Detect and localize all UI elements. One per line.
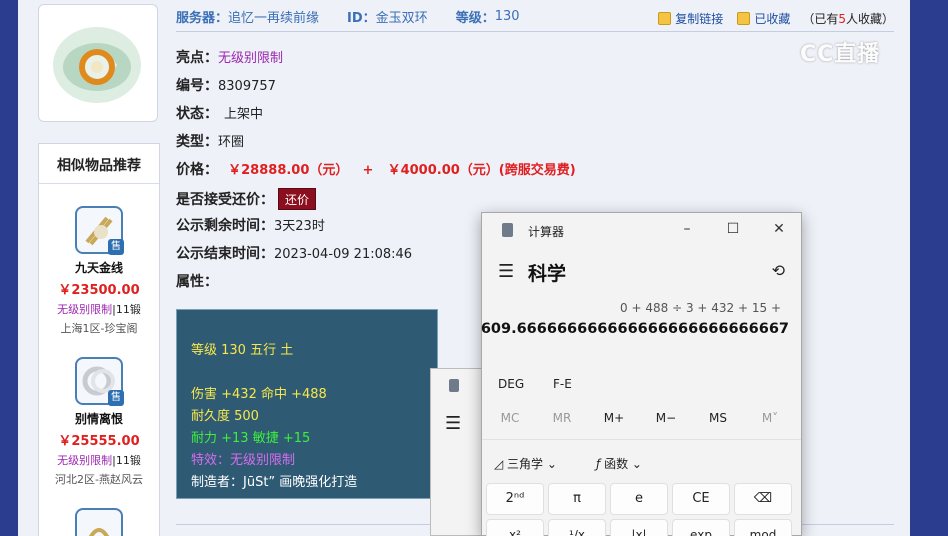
calculator-expression: 0 + 488 ÷ 3 + 432 + 15 +	[620, 301, 781, 315]
attributes-panel: 等级 130 五行 土 伤害 +432 命中 +488 耐久度 500 耐力 +…	[176, 309, 438, 499]
item-header-bar: 服务器： 追忆一再续前缘 ID： 金玉双环 等级： 130 复制链接 已收藏 （…	[176, 2, 894, 32]
abs-button[interactable]: |x|	[610, 519, 668, 536]
history-icon[interactable]: ⟲	[772, 261, 785, 280]
similar-item-limit: 无级别限制|11锻	[57, 303, 141, 316]
function-dropdown[interactable]: ƒ 函数 ⌄	[596, 455, 642, 472]
calculator-window[interactable]: 计算器 – ☐ ✕ ☰ 科学 ⟲ 0 + 488 ÷ 3 + 432 + 15 …	[481, 212, 802, 536]
calculator-mode: 科学	[528, 263, 567, 285]
similar-item-server: 河北2区-燕赵风云	[55, 473, 143, 486]
level-value: 130	[494, 9, 520, 24]
pi-button[interactable]: π	[548, 483, 606, 515]
remaining-time-value: 3天23时	[274, 219, 325, 234]
attr-damage: 伤害 +432 命中 +488	[191, 387, 327, 402]
maximize-icon[interactable]: ☐	[718, 219, 748, 239]
calculator-result: 609.666666666666666666666666667	[480, 321, 789, 337]
similar-item-server: 上海1区-珍宝阁	[60, 322, 138, 335]
triangle-icon: ◿	[494, 457, 508, 471]
number-row: 编号：8309757	[176, 78, 276, 94]
counter-offer-row: 是否接受还价： 还价	[176, 188, 317, 210]
trig-dropdown[interactable]: ◿ 三角学 ⌄	[494, 455, 557, 472]
status-value: 上架中	[224, 107, 264, 122]
price-value: ￥28888.00（元）	[228, 163, 349, 178]
counter-offer-button[interactable]: 还价	[278, 188, 317, 210]
cross-server-fee: ￥4000.00（元）(跨服交易费)	[387, 163, 576, 178]
memory-list-button[interactable]: M˅	[745, 411, 795, 425]
divider	[482, 439, 801, 440]
attr-level: 等级 130 五行 土	[191, 343, 294, 358]
deg-button[interactable]: DEG	[498, 377, 524, 391]
menu-icon[interactable]: ☰	[445, 413, 461, 434]
highlight-value: 无级别限制	[218, 51, 284, 66]
attributes-label-row: 属性：	[176, 274, 218, 290]
m-minus-button[interactable]: M−	[641, 411, 691, 425]
favorite-button[interactable]: 已收藏	[754, 10, 790, 27]
square-button[interactable]: x²	[486, 519, 544, 536]
ce-button[interactable]: CE	[672, 483, 730, 515]
minimize-icon[interactable]: –	[672, 219, 702, 239]
close-icon[interactable]: ✕	[764, 219, 794, 239]
remaining-time-row: 公示剩余时间：3天23时	[176, 218, 325, 234]
sold-badge: 售	[108, 390, 124, 406]
similar-item-name[interactable]: 九天金线	[39, 259, 159, 276]
similar-item-name[interactable]: 别情离恨	[39, 410, 159, 427]
level-label: 等级：	[455, 11, 495, 26]
similar-item[interactable]	[39, 508, 159, 536]
watermark-logo: CC直播	[800, 42, 881, 67]
type-value: 环圈	[218, 135, 245, 150]
similar-item-price: ￥25555.00	[58, 434, 140, 449]
similar-item[interactable]: 售 别情离恨 ￥25555.00 无级别限制|11锻 河北2区-燕赵风云	[39, 357, 159, 487]
similar-items-panel: 相似物品推荐 售 九天金线 ￥23500.00 无级别限制|11锻 上海1区-珍…	[38, 143, 160, 536]
similar-items-title: 相似物品推荐	[39, 144, 159, 184]
mc-button[interactable]: MC	[485, 411, 535, 425]
ring-icon[interactable]	[75, 508, 123, 536]
server-label: 服务器：	[176, 11, 229, 26]
menu-icon[interactable]: ☰	[498, 261, 514, 282]
status-row: 状态： 上架中	[176, 106, 264, 122]
m-plus-button[interactable]: M+	[589, 411, 639, 425]
favorite-icon[interactable]	[737, 12, 751, 25]
end-time-value: 2023-04-09 21:08:46	[274, 247, 413, 262]
type-row: 类型：环圈	[176, 134, 245, 150]
favorite-count: （已有5人收藏）	[802, 12, 894, 26]
attr-maker: 制造者：JūSt” 画晚强化打造	[191, 475, 358, 490]
attr-stamina: 耐力 +13 敏捷 +15	[191, 431, 311, 446]
e-button[interactable]: e	[610, 483, 668, 515]
calculator-title: 计算器	[528, 225, 565, 239]
similar-item-price: ￥23500.00	[58, 283, 140, 298]
mod-button[interactable]: mod	[734, 519, 792, 536]
reciprocal-button[interactable]: ¹/x	[548, 519, 606, 536]
highlight-row: 亮点：无级别限制	[176, 50, 284, 66]
attr-durability: 耐久度 500	[191, 409, 259, 424]
server-value: 追忆一再续前缘	[228, 11, 320, 26]
end-time-row: 公示结束时间：2023-04-09 21:08:46	[176, 246, 413, 262]
exp-button[interactable]: exp	[672, 519, 730, 536]
item-image	[38, 4, 158, 122]
similar-item[interactable]: 售 九天金线 ￥23500.00 无级别限制|11锻 上海1区-珍宝阁	[39, 206, 159, 336]
calculator-app-icon	[502, 223, 513, 237]
ring-icon[interactable]: 售	[75, 357, 124, 406]
id-label: ID：	[347, 11, 376, 26]
ms-button[interactable]: MS	[693, 411, 743, 425]
second-button[interactable]: 2ⁿᵈ	[486, 483, 544, 515]
copy-link-icon[interactable]	[658, 12, 672, 25]
price-row: 价格： ￥28888.00（元） + ￥4000.00（元）(跨服交易费)	[176, 162, 576, 178]
similar-item-limit: 无级别限制|11锻	[57, 454, 141, 467]
number-value: 8309757	[218, 79, 276, 94]
fe-button[interactable]: F-E	[553, 377, 572, 391]
id-value: 金玉双环	[375, 11, 428, 26]
sold-badge: 售	[108, 239, 124, 255]
header-actions: 复制链接 已收藏 （已有5人收藏）	[644, 10, 894, 27]
attr-effect: 特效：无级别限制	[191, 453, 296, 468]
copy-link-button[interactable]: 复制链接	[675, 10, 723, 27]
function-icon: ƒ	[596, 457, 601, 471]
calculator-app-icon	[449, 379, 459, 392]
mr-button[interactable]: MR	[537, 411, 587, 425]
backspace-button[interactable]: ⌫	[734, 483, 792, 515]
ring-icon[interactable]: 售	[75, 206, 124, 255]
